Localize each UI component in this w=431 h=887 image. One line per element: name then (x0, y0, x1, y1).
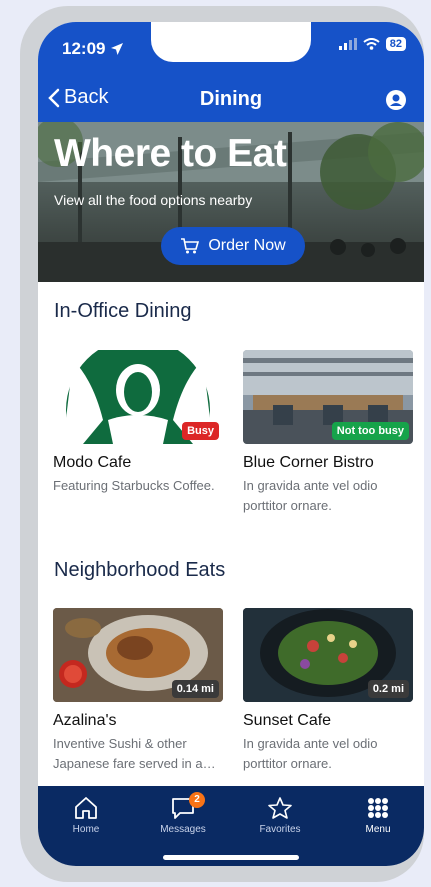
cart-icon (181, 238, 200, 254)
scroll-content[interactable]: Where to Eat View all the food options n… (38, 122, 424, 786)
home-indicator[interactable] (163, 855, 299, 860)
location-arrow-icon (111, 43, 124, 55)
order-now-button[interactable]: Order Now (161, 227, 305, 265)
home-icon (75, 797, 97, 819)
star-icon (268, 797, 292, 819)
battery-level: 82 (385, 37, 406, 51)
notch (151, 22, 311, 62)
card-azalinas[interactable]: 0.14 mi Azalina's Inventive Sushi & othe… (53, 608, 223, 774)
tab-menu-label: Menu (365, 824, 391, 835)
tab-bar: Home 2 Messages Favorites Menu (38, 786, 424, 866)
card-name: Modo Cafe (53, 454, 132, 471)
wifi-icon (363, 38, 380, 50)
phone-screen: 12:09 82 Back Dining Where to Eat View a… (38, 22, 424, 866)
section-title: In-Office Dining (54, 300, 192, 322)
distance-badge: 0.2 mi (367, 680, 409, 698)
status-badge: Not too busy (331, 422, 409, 440)
status-time: 12:09 (62, 39, 124, 59)
hero-title: Where to Eat (54, 132, 287, 175)
card-modo-cafe[interactable]: Busy Modo Cafe Featuring Starbucks Coffe… (53, 350, 223, 496)
signal-icon (338, 38, 357, 50)
status-bar: 12:09 82 (38, 22, 424, 78)
tab-messages[interactable]: 2 Messages (143, 792, 223, 835)
profile-icon[interactable] (386, 90, 406, 110)
card-name: Sunset Cafe (243, 712, 332, 729)
card-image: 0.14 mi (53, 608, 223, 702)
nav-bar: Back Dining (38, 78, 424, 122)
card-description: Featuring Starbucks Coffee. (53, 478, 215, 493)
card-name: Blue Corner Bistro (243, 454, 374, 471)
tab-messages-label: Messages (160, 824, 206, 835)
card-image: Not too busy (243, 350, 413, 444)
tab-menu[interactable]: Menu (338, 796, 418, 835)
card-name: Azalina's (53, 712, 117, 729)
order-now-label: Order Now (208, 237, 286, 254)
page-title: Dining (199, 88, 263, 110)
card-description: Inventive Sushi & other Japanese fare se… (53, 736, 216, 771)
status-badge: Busy (182, 422, 219, 440)
grid-icon (368, 798, 388, 818)
tab-favorites-label: Favorites (259, 824, 301, 835)
card-description: In gravida ante vel odio porttitor ornar… (243, 736, 378, 771)
card-image: 0.2 mi (243, 608, 413, 702)
tab-home-label: Home (72, 824, 100, 835)
tab-home[interactable]: Home (46, 796, 126, 835)
message-count-badge: 2 (189, 792, 205, 808)
card-description: In gravida ante vel odio porttitor ornar… (243, 478, 378, 513)
distance-badge: 0.14 mi (171, 680, 219, 698)
card-blue-corner-bistro[interactable]: Not too busy Blue Corner Bistro In gravi… (243, 350, 413, 516)
card-sunset-cafe[interactable]: 0.2 mi Sunset Cafe In gravida ante vel o… (243, 608, 413, 774)
status-icons: 82 (338, 37, 406, 51)
card-image: Busy (53, 350, 223, 444)
section-title: Neighborhood Eats (54, 559, 226, 581)
hero-subtitle: View all the food options nearby (54, 192, 253, 208)
tab-favorites[interactable]: Favorites (240, 796, 320, 835)
hero-banner: Where to Eat View all the food options n… (38, 122, 424, 282)
